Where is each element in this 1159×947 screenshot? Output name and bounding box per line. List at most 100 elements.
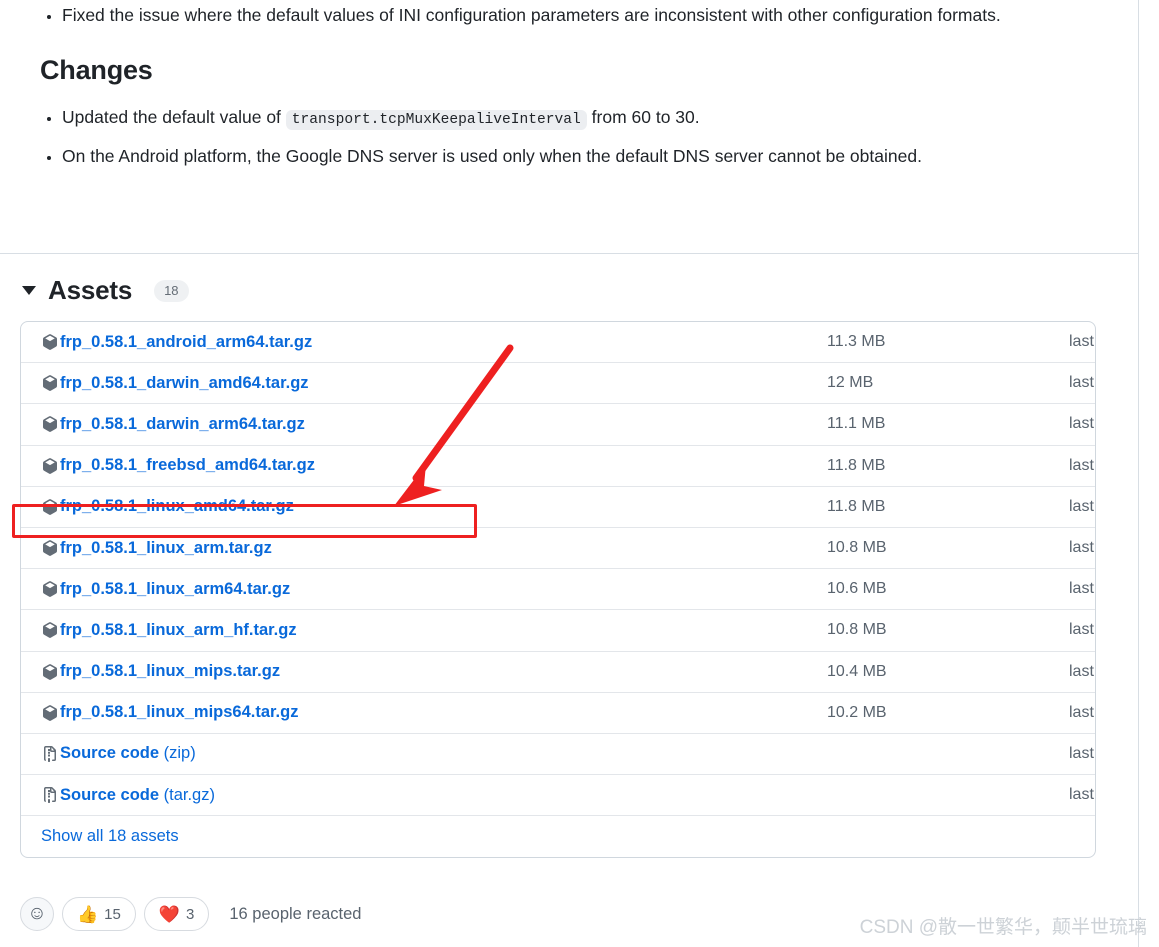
reaction-heart[interactable]: ❤️ 3: [143, 897, 210, 931]
asset-link[interactable]: Source code (zip): [60, 744, 196, 763]
table-row-inner: Source code (zip)last week: [41, 744, 1095, 763]
table-row[interactable]: frp_0.58.1_linux_mips64.tar.gz 10.2 MB las…: [21, 693, 1095, 734]
asset-link[interactable]: frp_0.58.1_darwin_arm64.tar.gz: [60, 415, 305, 434]
assets-section: Assets 18 frp_0.58.1_android_arm64.tar.g…: [0, 275, 1138, 859]
asset-name-cell[interactable]: frp_0.58.1_linux_amd64.tar.gz: [41, 497, 294, 516]
package-icon: [41, 457, 59, 475]
reactions-summary: 16 people reacted: [229, 904, 362, 923]
table-row-inner: frp_0.58.1_linux_amd64.tar.gz 11.8 MB last…: [41, 497, 1095, 516]
table-row-inner: frp_0.58.1_linux_mips.tar.gz 10.4 MB last …: [41, 662, 1095, 681]
change-text-prefix: Updated the default value of: [62, 106, 286, 127]
asset-size: 10.2 MB: [827, 703, 887, 721]
asset-link[interactable]: frp_0.58.1_freebsd_amd64.tar.gz: [60, 456, 315, 475]
list-item: Updated the default value of transport.t…: [62, 102, 1118, 135]
asset-size: 11.3 MB: [827, 333, 886, 351]
reaction-thumbs-up[interactable]: 👍 15: [62, 897, 136, 931]
asset-name-cell[interactable]: Source code (tar.gz): [41, 786, 215, 805]
table-row[interactable]: frp_0.58.1_darwin_amd64.tar.gz 12 MB last …: [21, 363, 1095, 405]
heart-icon: ❤️: [158, 904, 181, 924]
table-row-inner: frp_0.58.1_linux_mips64.tar.gz 10.2 MB las…: [41, 703, 1095, 722]
asset-name-cell[interactable]: frp_0.58.1_linux_mips64.tar.gz: [41, 703, 298, 722]
changes-heading: Changes: [40, 55, 153, 85]
asset-name-cell[interactable]: frp_0.58.1_linux_arm_hf.tar.gz: [41, 621, 297, 640]
file-zip-icon: [41, 786, 59, 804]
table-row[interactable]: Source code (tar.gz)last week: [21, 775, 1095, 817]
package-icon: [41, 333, 59, 351]
asset-link[interactable]: frp_0.58.1_darwin_amd64.tar.gz: [60, 374, 309, 393]
table-row[interactable]: frp_0.58.1_android_arm64.tar.gz 11.3 MB la…: [21, 322, 1095, 364]
file-zip-icon: [41, 745, 59, 763]
list-item: Fixed the issue where the default values…: [62, 0, 1118, 30]
table-row[interactable]: frp_0.58.1_linux_amd64.tar.gz 11.8 MB last…: [21, 487, 1095, 528]
asset-size: 10.8 MB: [827, 539, 887, 557]
package-icon: [41, 704, 59, 722]
table-row[interactable]: frp_0.58.1_darwin_arm64.tar.gz 11.1 MB las…: [21, 404, 1095, 446]
table-row[interactable]: frp_0.58.1_linux_arm.tar.gz10.8 MBlast w…: [21, 528, 1095, 570]
asset-link[interactable]: Source code (tar.gz): [60, 786, 215, 805]
change-text-suffix: from 60 to 30.: [586, 106, 700, 127]
asset-name-cell[interactable]: frp_0.58.1_darwin_arm64.tar.gz: [41, 415, 305, 434]
package-icon: [41, 580, 59, 598]
asset-size: 11.8 MB: [827, 497, 886, 515]
asset-name-cell[interactable]: frp_0.58.1_darwin_amd64.tar.gz: [41, 374, 309, 393]
table-row[interactable]: frp_0.58.1_linux_mips.tar.gz 10.4 MB last …: [21, 652, 1095, 693]
package-icon: [41, 663, 59, 681]
asset-link[interactable]: frp_0.58.1_linux_arm.tar.gz: [60, 539, 272, 558]
table-row-inner: frp_0.58.1_freebsd_amd64.tar.gz 11.8 MB la…: [41, 456, 1095, 475]
changes-list: Updated the default value of transport.t…: [20, 102, 1118, 171]
chevron-down-icon[interactable]: [22, 286, 36, 295]
show-all-assets-row[interactable]: Show all 18 assets: [21, 816, 1095, 857]
bugfix-list: Fixed the issue where the default values…: [20, 0, 1118, 30]
asset-size: 10.6 MB: [827, 580, 887, 598]
reactions-bar: ☺ 👍 15 ❤️ 3 16 people reacted: [20, 897, 361, 931]
asset-link[interactable]: frp_0.58.1_linux_arm64.tar.gz: [60, 580, 290, 599]
table-row-inner: frp_0.58.1_darwin_arm64.tar.gz 11.1 MB las…: [41, 415, 1095, 434]
package-icon: [41, 539, 59, 557]
release-notes-body: Fixed the issue where the default values…: [0, 0, 1138, 177]
thumbs-up-icon: 👍: [77, 904, 99, 924]
asset-size: 11.1 MB: [827, 415, 886, 433]
assets-header[interactable]: Assets 18: [20, 275, 1118, 306]
reaction-count: 15: [104, 905, 121, 923]
section-divider: [0, 253, 1138, 254]
table-row-inner: frp_0.58.1_linux_arm_hf.tar.gz 10.8 MB las…: [41, 621, 1095, 640]
asset-link-suffix: (tar.gz): [159, 785, 215, 804]
table-row[interactable]: Source code (zip)last week: [21, 734, 1095, 776]
list-item: On the Android platform, the Google DNS …: [62, 141, 1118, 171]
package-icon: [41, 621, 59, 639]
table-row[interactable]: frp_0.58.1_linux_arm64.tar.gz 10.6 MB last…: [21, 569, 1095, 611]
assets-table: frp_0.58.1_android_arm64.tar.gz 11.3 MB la…: [20, 321, 1096, 859]
asset-link[interactable]: frp_0.58.1_linux_mips.tar.gz: [60, 662, 280, 681]
assets-title: Assets: [48, 275, 133, 305]
table-row-inner: Source code (tar.gz)last week: [41, 786, 1095, 805]
asset-name-cell[interactable]: frp_0.58.1_android_arm64.tar.gz: [41, 333, 312, 352]
asset-name-cell[interactable]: frp_0.58.1_linux_mips.tar.gz: [41, 662, 280, 681]
asset-name-cell[interactable]: frp_0.58.1_freebsd_amd64.tar.gz: [41, 456, 315, 475]
asset-size: 11.8 MB: [827, 456, 886, 474]
package-icon: [41, 374, 59, 392]
asset-link[interactable]: frp_0.58.1_linux_arm_hf.tar.gz: [60, 621, 297, 640]
package-icon: [41, 498, 59, 516]
table-row[interactable]: frp_0.58.1_freebsd_amd64.tar.gz 11.8 MB la…: [21, 446, 1095, 487]
asset-link[interactable]: frp_0.58.1_linux_amd64.tar.gz: [60, 497, 294, 516]
reaction-count: 3: [186, 905, 195, 923]
smiley-icon[interactable]: ☺: [20, 897, 54, 931]
package-icon: [41, 415, 59, 433]
show-all-assets-link[interactable]: Show all 18 assets: [41, 827, 179, 846]
asset-link[interactable]: frp_0.58.1_linux_mips64.tar.gz: [60, 703, 298, 722]
asset-name-cell[interactable]: frp_0.58.1_linux_arm64.tar.gz: [41, 580, 290, 599]
table-row-inner: frp_0.58.1_darwin_amd64.tar.gz 12 MB last …: [41, 374, 1095, 393]
csdn-watermark: CSDN @散一世繁华，颠半世琉璃: [859, 917, 1147, 938]
asset-link-suffix: (zip): [159, 744, 196, 763]
assets-count-badge: 18: [154, 279, 189, 302]
asset-size: 10.8 MB: [827, 621, 887, 639]
asset-name-cell[interactable]: Source code (zip): [41, 744, 196, 763]
table-row[interactable]: frp_0.58.1_linux_arm_hf.tar.gz 10.8 MB las…: [21, 610, 1095, 652]
table-row-inner: frp_0.58.1_android_arm64.tar.gz 11.3 MB la…: [41, 333, 1095, 352]
change-text-prefix: On the Android platform, the Google DNS …: [62, 145, 922, 166]
table-row-inner: frp_0.58.1_linux_arm.tar.gz10.8 MBlast w…: [41, 539, 1095, 558]
asset-link[interactable]: frp_0.58.1_android_arm64.tar.gz: [60, 333, 312, 352]
asset-name-cell[interactable]: frp_0.58.1_linux_arm.tar.gz: [41, 539, 272, 558]
page-right-border: [1138, 0, 1139, 947]
asset-size: 12 MB: [827, 374, 874, 392]
